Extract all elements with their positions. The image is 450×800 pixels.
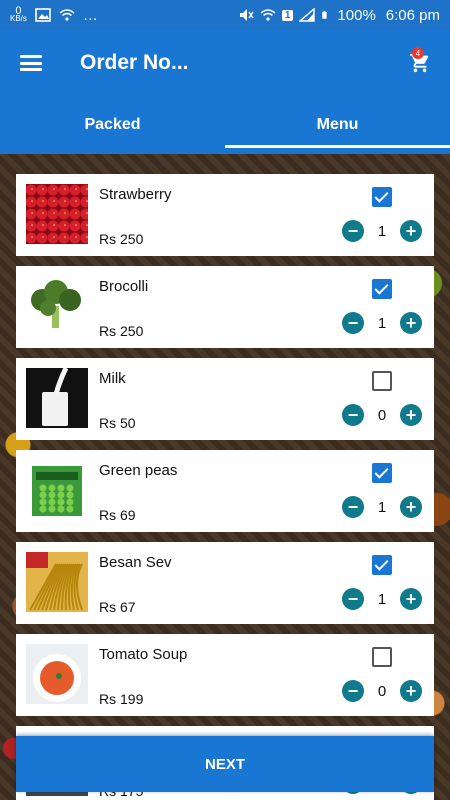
item-price: Rs 250 bbox=[99, 231, 144, 247]
increase-quantity-button[interactable]: + bbox=[400, 404, 422, 426]
item-list: Strawberry Rs 250 − 1 + Brocolli Rs 250 … bbox=[16, 174, 434, 800]
quantity-value: 0 bbox=[377, 406, 387, 424]
increase-quantity-button[interactable]: + bbox=[400, 312, 422, 334]
item-name: Milk bbox=[99, 370, 126, 387]
decrease-quantity-button[interactable]: − bbox=[342, 588, 364, 610]
quantity-value: 1 bbox=[377, 498, 387, 516]
quantity-stepper: − 1 + bbox=[342, 220, 422, 242]
quantity-value: 1 bbox=[377, 590, 387, 608]
tomato-soup-image bbox=[26, 644, 88, 704]
tab-menu[interactable]: Menu bbox=[225, 96, 450, 154]
list-item[interactable]: Green peas Rs 69 − 1 + bbox=[16, 450, 434, 532]
increase-quantity-button[interactable]: + bbox=[400, 588, 422, 610]
item-checkbox[interactable] bbox=[372, 463, 392, 483]
tab-bar: Packed Menu bbox=[0, 96, 450, 154]
clock: 6:06 pm bbox=[385, 6, 440, 24]
quantity-value: 1 bbox=[377, 222, 387, 240]
list-item[interactable]: Milk Rs 50 − 0 + bbox=[16, 358, 434, 440]
battery-level: 100% bbox=[337, 6, 376, 24]
sim-badge: 1 bbox=[281, 9, 294, 21]
item-checkbox[interactable] bbox=[372, 647, 392, 667]
decrease-quantity-button[interactable]: − bbox=[342, 404, 364, 426]
more-icon: … bbox=[82, 6, 98, 24]
item-price: Rs 250 bbox=[99, 323, 144, 339]
item-checkbox[interactable] bbox=[372, 187, 392, 207]
increase-quantity-button[interactable]: + bbox=[400, 220, 422, 242]
network-speed: 0 KB/s bbox=[10, 5, 27, 23]
quantity-value: 1 bbox=[377, 314, 387, 332]
item-price: Rs 67 bbox=[99, 599, 136, 615]
menu-button[interactable] bbox=[0, 30, 62, 96]
quantity-stepper: − 1 + bbox=[342, 496, 422, 518]
item-name: Brocolli bbox=[99, 278, 149, 295]
cell-signal-icon bbox=[299, 8, 316, 22]
hamburger-menu-icon bbox=[20, 55, 42, 71]
next-button[interactable]: NEXT bbox=[16, 736, 434, 792]
green-peas-image bbox=[26, 460, 88, 520]
item-name: Besan Sev bbox=[99, 554, 172, 571]
decrease-quantity-button[interactable]: − bbox=[342, 312, 364, 334]
item-name: Strawberry bbox=[99, 186, 172, 203]
milk-image bbox=[26, 368, 88, 428]
item-price: Rs 50 bbox=[99, 415, 136, 431]
broccoli-image bbox=[26, 276, 88, 336]
tab-packed[interactable]: Packed bbox=[0, 96, 225, 154]
gallery-icon bbox=[35, 8, 51, 22]
list-item[interactable]: Tomato Soup Rs 199 − 0 + bbox=[16, 634, 434, 716]
wifi-icon bbox=[59, 9, 75, 21]
battery-icon bbox=[322, 10, 328, 19]
decrease-quantity-button[interactable]: − bbox=[342, 680, 364, 702]
quantity-stepper: − 1 + bbox=[342, 312, 422, 334]
quantity-stepper: − 0 + bbox=[342, 404, 422, 426]
decrease-quantity-button[interactable]: − bbox=[342, 220, 364, 242]
quantity-value: 0 bbox=[377, 682, 387, 700]
besan-sev-image bbox=[26, 552, 88, 612]
strawberry-image bbox=[26, 184, 88, 244]
list-item[interactable]: Strawberry Rs 250 − 1 + bbox=[16, 174, 434, 256]
page-title: Order No... bbox=[80, 51, 189, 74]
cart-button[interactable]: 4 bbox=[390, 30, 450, 96]
wifi-signal-icon bbox=[260, 9, 276, 21]
item-checkbox[interactable] bbox=[372, 555, 392, 575]
item-name: Green peas bbox=[99, 462, 178, 479]
item-checkbox[interactable] bbox=[372, 279, 392, 299]
decrease-quantity-button[interactable]: − bbox=[342, 496, 364, 518]
list-item[interactable]: Besan Sev Rs 67 − 1 + bbox=[16, 542, 434, 624]
item-price: Rs 69 bbox=[99, 507, 136, 523]
cart-count-badge: 4 bbox=[412, 47, 424, 59]
menu-list-area[interactable]: Strawberry Rs 250 − 1 + Brocolli Rs 250 … bbox=[0, 154, 450, 800]
quantity-stepper: − 1 + bbox=[342, 588, 422, 610]
item-checkbox[interactable] bbox=[372, 371, 392, 391]
mute-icon bbox=[239, 9, 254, 21]
app-bar: Order No... 4 bbox=[0, 30, 450, 96]
quantity-stepper: − 0 + bbox=[342, 680, 422, 702]
list-item[interactable]: Brocolli Rs 250 − 1 + bbox=[16, 266, 434, 348]
status-bar: 0 KB/s … 1 100% 6:06 pm bbox=[0, 0, 450, 30]
increase-quantity-button[interactable]: + bbox=[400, 496, 422, 518]
increase-quantity-button[interactable]: + bbox=[400, 680, 422, 702]
item-name: Tomato Soup bbox=[99, 646, 188, 663]
item-price: Rs 199 bbox=[99, 691, 144, 707]
